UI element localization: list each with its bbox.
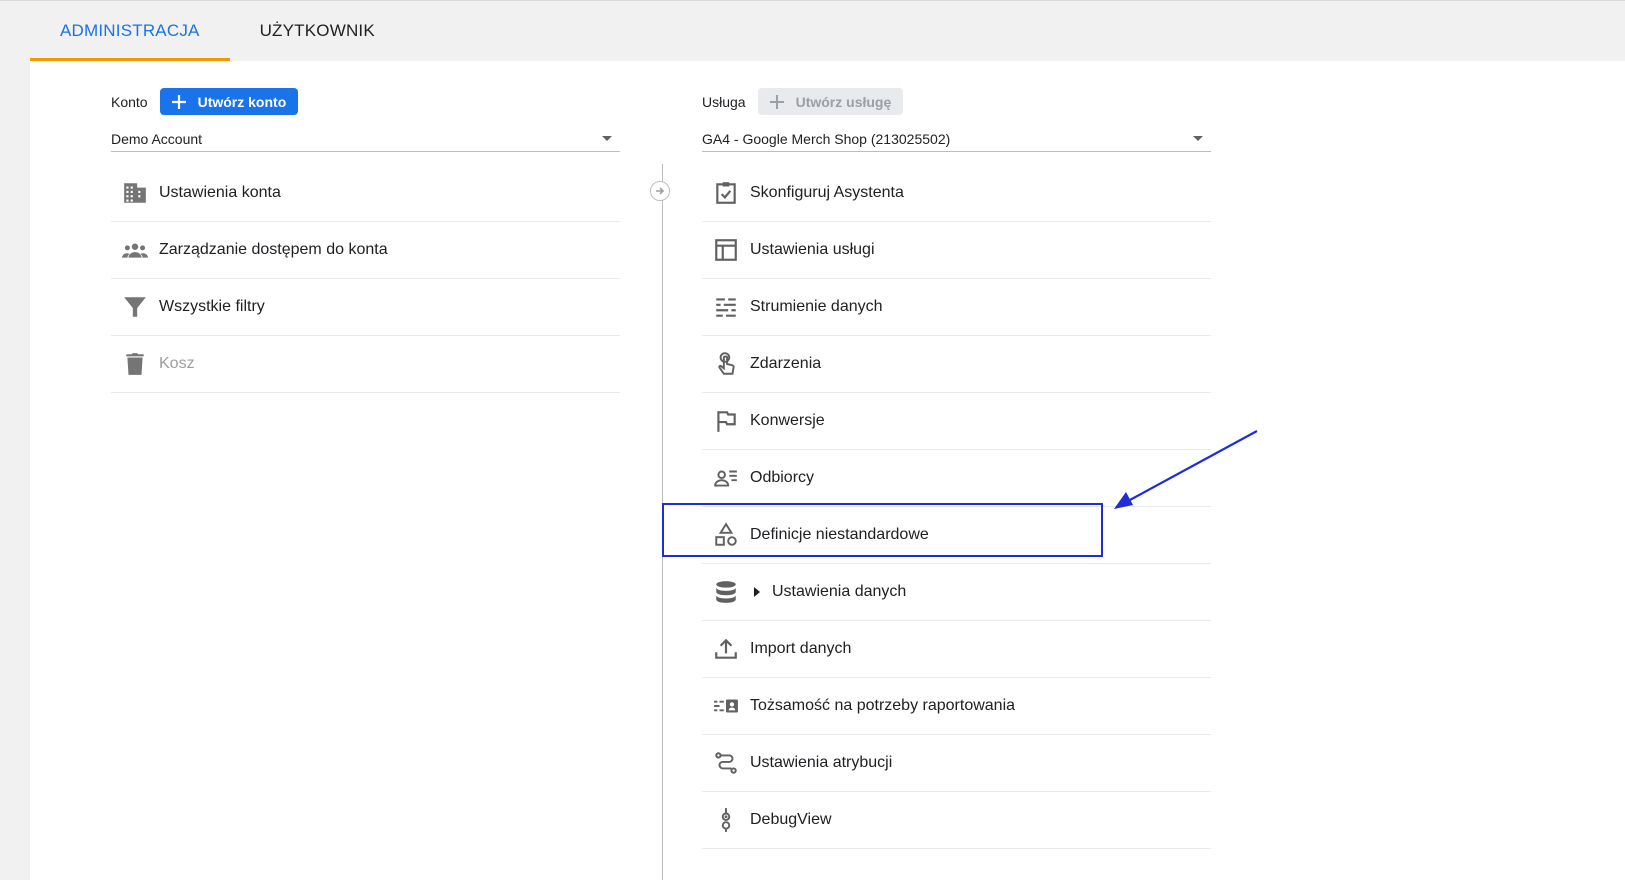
arrow-right-icon — [656, 187, 665, 195]
menu-item-label: Zarządzanie dostępem do konta — [159, 241, 388, 258]
menu-item-label: Ustawienia danych — [772, 583, 907, 600]
menu-item-label: Ustawienia usługi — [750, 241, 875, 258]
checklist-icon — [702, 180, 750, 206]
arrow-right-circle-button[interactable] — [650, 181, 670, 201]
menu-item-label: Skonfiguruj Asystenta — [750, 184, 904, 201]
account-header: Konto Utwórz konto — [111, 88, 299, 115]
trash-icon — [111, 351, 159, 377]
menu-item-reporting-identity[interactable]: Tożsamość na potrzeby raportowania — [702, 678, 1211, 735]
menu-item-label: Ustawienia konta — [159, 184, 281, 201]
debug-icon — [702, 807, 750, 833]
menu-item-label: Definicje niestandardowe — [750, 526, 929, 543]
tab-administracja[interactable]: ADMINISTRACJA — [30, 0, 230, 61]
menu-item-trash[interactable]: Kosz — [111, 336, 620, 393]
audience-icon — [702, 465, 750, 491]
menu-item-setup-assistant[interactable]: Skonfiguruj Asystenta — [702, 165, 1211, 222]
property-label: Usługa — [702, 93, 746, 110]
touch-icon — [702, 351, 750, 377]
menu-item-data-streams[interactable]: Strumienie danych — [702, 279, 1211, 336]
account-menu: Ustawienia konta Zarządzanie dostępem do… — [111, 165, 620, 393]
menu-item-account-access[interactable]: Zarządzanie dostępem do konta — [111, 222, 620, 279]
property-select[interactable]: GA4 - Google Merch Shop (213025502) — [702, 126, 1211, 152]
create-account-label: Utwórz konto — [197, 93, 287, 110]
menu-item-custom-definitions[interactable]: Definicje niestandardowe — [702, 507, 1211, 564]
tab-uzytkownik[interactable]: UŻYTKOWNIK — [230, 0, 405, 61]
menu-item-attribution-settings[interactable]: Ustawienia atrybucji — [702, 735, 1211, 792]
create-account-button[interactable]: Utwórz konto — [159, 88, 299, 115]
account-select-value: Demo Account — [111, 130, 203, 147]
upload-icon — [702, 636, 750, 662]
menu-item-conversions[interactable]: Konwersje — [702, 393, 1211, 450]
dropdown-caret-icon — [602, 136, 612, 141]
plus-icon — [171, 94, 186, 109]
expand-caret-icon[interactable] — [754, 587, 760, 597]
menu-item-data-import[interactable]: Import danych — [702, 621, 1211, 678]
flag-icon — [702, 408, 750, 434]
create-property-label: Utwórz usługę — [795, 93, 892, 110]
create-property-button[interactable]: Utwórz usługę — [757, 88, 904, 115]
identity-icon — [702, 693, 750, 719]
filter-icon — [111, 294, 159, 320]
menu-item-events[interactable]: Zdarzenia — [702, 336, 1211, 393]
account-label: Konto — [111, 93, 148, 110]
attribution-icon — [702, 750, 750, 776]
menu-item-label: DebugView — [750, 811, 832, 828]
menu-item-debugview[interactable]: DebugView — [702, 792, 1211, 849]
menu-item-label: Tożsamość na potrzeby raportowania — [750, 697, 1016, 714]
menu-item-label: Strumienie danych — [750, 298, 883, 315]
menu-item-account-settings[interactable]: Ustawienia konta — [111, 165, 620, 222]
menu-item-label: Konwersje — [750, 412, 825, 429]
ga-admin-page: ADMINISTRACJA UŻYTKOWNIK Konto Utwórz ko… — [0, 0, 1625, 880]
menu-item-audiences[interactable]: Odbiorcy — [702, 450, 1211, 507]
menu-item-property-settings[interactable]: Ustawienia usługi — [702, 222, 1211, 279]
account-select[interactable]: Demo Account — [111, 126, 620, 152]
data-streams-icon — [702, 294, 750, 320]
property-select-value: GA4 - Google Merch Shop (213025502) — [702, 130, 951, 147]
dropdown-caret-icon — [1193, 136, 1203, 141]
people-icon — [111, 237, 159, 263]
menu-item-label: Ustawienia atrybucji — [750, 754, 893, 771]
property-settings-icon — [702, 237, 750, 263]
menu-item-all-filters[interactable]: Wszystkie filtry — [111, 279, 620, 336]
menu-item-data-settings[interactable]: Ustawienia danych — [702, 564, 1211, 621]
property-header: Usługa Utwórz usługę — [702, 88, 904, 115]
menu-item-label: Zdarzenia — [750, 355, 822, 372]
database-icon — [702, 579, 750, 605]
menu-item-label: Import danych — [750, 640, 852, 657]
menu-item-label: Wszystkie filtry — [159, 298, 265, 315]
menu-item-label: Kosz — [159, 355, 195, 372]
plus-icon — [769, 94, 784, 109]
admin-tabs: ADMINISTRACJA UŻYTKOWNIK — [30, 0, 405, 61]
admin-panel: Konto Utwórz konto Demo Account Ustawien… — [30, 61, 1625, 880]
shapes-icon — [702, 522, 750, 548]
column-divider — [662, 164, 663, 880]
building-icon — [111, 180, 159, 206]
property-menu: Skonfiguruj Asystenta Ustawienia usługi … — [702, 165, 1211, 849]
menu-item-label: Odbiorcy — [750, 469, 815, 486]
